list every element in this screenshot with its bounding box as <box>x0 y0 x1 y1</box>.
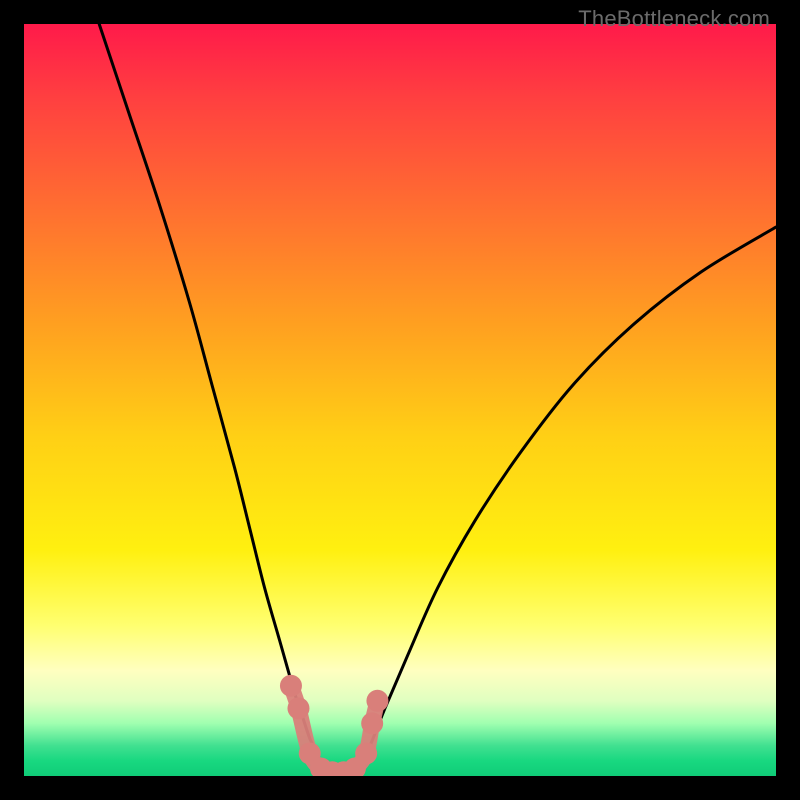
plot-svg <box>24 24 776 776</box>
watermark-text: TheBottleneck.com <box>578 6 770 32</box>
curve-left <box>99 24 325 776</box>
chart-area <box>24 24 776 776</box>
bottom-dots <box>280 675 388 776</box>
curve-right <box>355 227 776 776</box>
